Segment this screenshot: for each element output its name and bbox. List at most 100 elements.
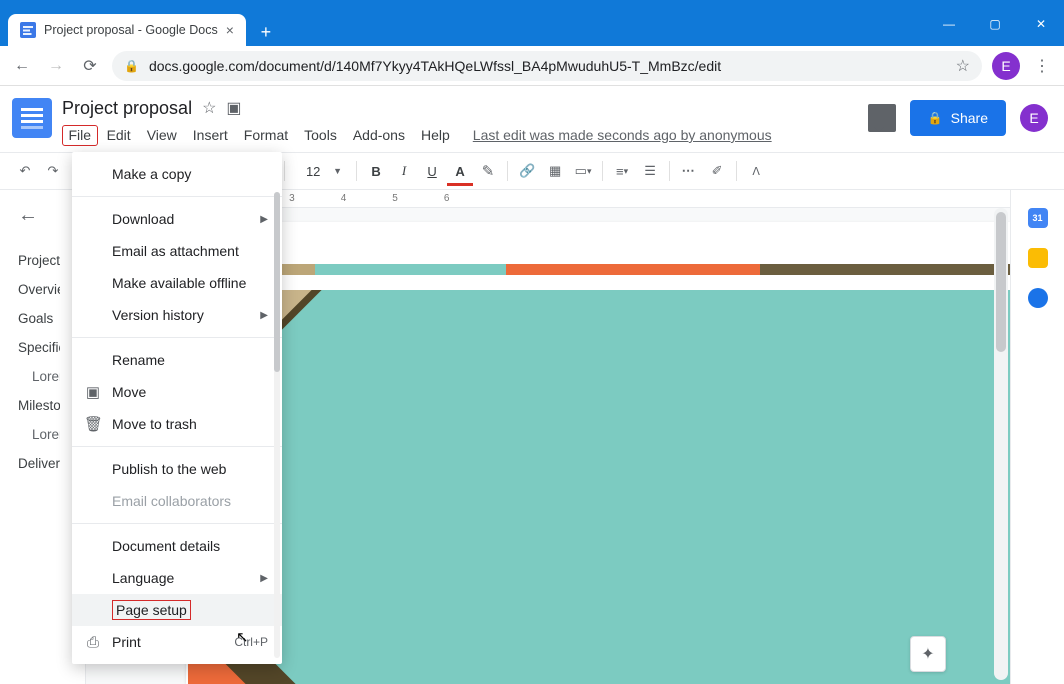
chevron-down-icon: ▾ [624, 166, 629, 177]
last-edit-link[interactable]: Last edit was made seconds ago by anonym… [473, 127, 772, 143]
menu-publish-web[interactable]: Publish to the web [72, 453, 282, 485]
browser-tab[interactable]: Project proposal - Google Docs × [8, 14, 246, 46]
menu-view[interactable]: View [140, 124, 184, 146]
highlight-button[interactable]: ✎ [477, 159, 499, 183]
menu-page-setup[interactable]: Page setup [72, 594, 282, 626]
menu-separator [72, 196, 282, 197]
window-close[interactable]: ✕ [1018, 8, 1064, 40]
menu-format[interactable]: Format [237, 124, 295, 146]
line-spacing-button[interactable]: ☰ [639, 159, 661, 183]
menu-edit[interactable]: Edit [100, 124, 138, 146]
vertical-scrollbar[interactable] [994, 208, 1008, 680]
cover-art [188, 290, 1010, 684]
chevron-down-icon: ▼ [333, 166, 342, 176]
nav-forward-icon[interactable]: → [44, 54, 68, 78]
separator [507, 161, 508, 181]
undo-icon[interactable]: ↶ [14, 159, 36, 183]
move-folder-icon[interactable]: ▣ [226, 98, 241, 118]
tab-close-icon[interactable]: × [226, 22, 234, 38]
menu-insert[interactable]: Insert [186, 124, 235, 146]
url-text: docs.google.com/document/d/140Mf7Ykyy4TA… [149, 58, 721, 74]
outline-collapse-icon[interactable]: ← [18, 204, 60, 227]
menu-email-attachment[interactable]: Email as attachment [72, 235, 282, 267]
menu-rename[interactable]: Rename [72, 344, 282, 376]
outline-subitem[interactable]: Lorem ipsum [18, 369, 60, 384]
explore-button[interactable]: ✦ [910, 636, 946, 672]
separator [736, 161, 737, 181]
nav-back-icon[interactable]: ← [10, 54, 34, 78]
window-maximize[interactable]: ▢ [972, 8, 1018, 40]
comments-icon[interactable] [868, 104, 896, 132]
window-minimize[interactable]: — [926, 8, 972, 40]
menu-download[interactable]: Download▶ [72, 203, 282, 235]
align-button[interactable]: ≡▾ [611, 159, 633, 183]
bold-button[interactable]: B [365, 159, 387, 183]
scroll-thumb[interactable] [996, 212, 1006, 352]
outline-item[interactable]: Milestones [18, 398, 60, 413]
outline-item[interactable]: Goals [18, 311, 60, 326]
outline-item[interactable]: Deliverables [18, 456, 60, 471]
collapse-toolbar-icon[interactable]: ᐱ [745, 159, 767, 183]
separator [669, 161, 670, 181]
profile-avatar[interactable]: E [992, 52, 1020, 80]
menu-email-collaborators: Email collaborators [72, 485, 282, 517]
docs-logo-icon[interactable] [12, 98, 52, 138]
outline-subitem[interactable]: Lorem ipsum [18, 427, 60, 442]
menu-language[interactable]: Language▶ [72, 562, 282, 594]
menubar: File Edit View Insert Format Tools Add-o… [62, 122, 858, 148]
menu-version-history[interactable]: Version history▶ [72, 299, 282, 331]
nav-reload-icon[interactable]: ⟳ [78, 54, 102, 78]
submenu-arrow-icon: ▶ [260, 214, 268, 225]
insert-link-icon[interactable]: 🔗 [516, 159, 538, 183]
star-icon[interactable]: ☆ [202, 98, 216, 118]
redo-icon[interactable]: ↷ [42, 159, 64, 183]
docs-account-avatar[interactable]: E [1020, 104, 1048, 132]
menu-move-trash[interactable]: 🗑Move to trash [72, 408, 282, 440]
menu-make-offline[interactable]: Make available offline [72, 267, 282, 299]
print-icon: ⎙ [84, 634, 102, 651]
window-titlebar [0, 0, 1064, 8]
menu-make-copy[interactable]: Make a copy [72, 158, 282, 190]
outline-panel: ← Project name Overview Goals Specificat… [0, 190, 68, 684]
menu-move[interactable]: ▣Move [72, 376, 282, 408]
bookmark-star-icon[interactable]: ☆ [956, 56, 970, 76]
italic-button[interactable]: I [393, 159, 415, 183]
menu-help[interactable]: Help [414, 124, 457, 146]
keep-icon[interactable] [1028, 248, 1048, 268]
menu-separator [72, 337, 282, 338]
menu-print[interactable]: ⎙PrintCtrl+P [72, 626, 282, 658]
scroll-thumb[interactable] [274, 192, 280, 372]
menu-scrollbar[interactable] [274, 192, 280, 658]
menu-tools[interactable]: Tools [297, 124, 344, 146]
calendar-icon[interactable] [1028, 208, 1048, 228]
font-size-select[interactable]: 12▼ [293, 158, 348, 184]
new-tab-button[interactable]: + [252, 18, 280, 46]
outline-item[interactable]: Overview [18, 282, 60, 297]
submenu-arrow-icon: ▶ [260, 573, 268, 584]
docs-favicon [20, 22, 36, 38]
docs-header: Project proposal ☆ ▣ File Edit View Inse… [0, 86, 1064, 148]
format-paint-icon[interactable]: ✐ [706, 159, 728, 183]
more-tools-button[interactable]: ⋯ [678, 159, 700, 183]
menu-separator [72, 523, 282, 524]
side-panel [1010, 190, 1064, 684]
chrome-menu-icon[interactable]: ⋮ [1030, 56, 1054, 76]
menu-document-details[interactable]: Document details [72, 530, 282, 562]
separator [356, 161, 357, 181]
address-bar: ← → ⟳ 🔒 docs.google.com/document/d/140Mf… [0, 46, 1064, 86]
tasks-icon[interactable] [1028, 288, 1048, 308]
omnibox[interactable]: 🔒 docs.google.com/document/d/140Mf7Ykyy4… [112, 51, 982, 81]
insert-comment-icon[interactable]: ▦ [544, 159, 566, 183]
outline-item[interactable]: Project name [18, 253, 60, 268]
lock-icon: 🔒 [124, 59, 139, 73]
outline-item[interactable]: Specifications [18, 340, 60, 355]
header-stripes [188, 264, 1010, 275]
share-button[interactable]: 🔒 Share [910, 100, 1006, 136]
document-title[interactable]: Project proposal [62, 98, 192, 119]
insert-image-icon[interactable]: ▭▾ [572, 159, 594, 183]
text-color-button[interactable]: A [449, 159, 471, 183]
underline-button[interactable]: U [421, 159, 443, 183]
chevron-down-icon: ▾ [587, 166, 592, 177]
menu-addons[interactable]: Add-ons [346, 124, 412, 146]
menu-file[interactable]: File [62, 125, 98, 146]
